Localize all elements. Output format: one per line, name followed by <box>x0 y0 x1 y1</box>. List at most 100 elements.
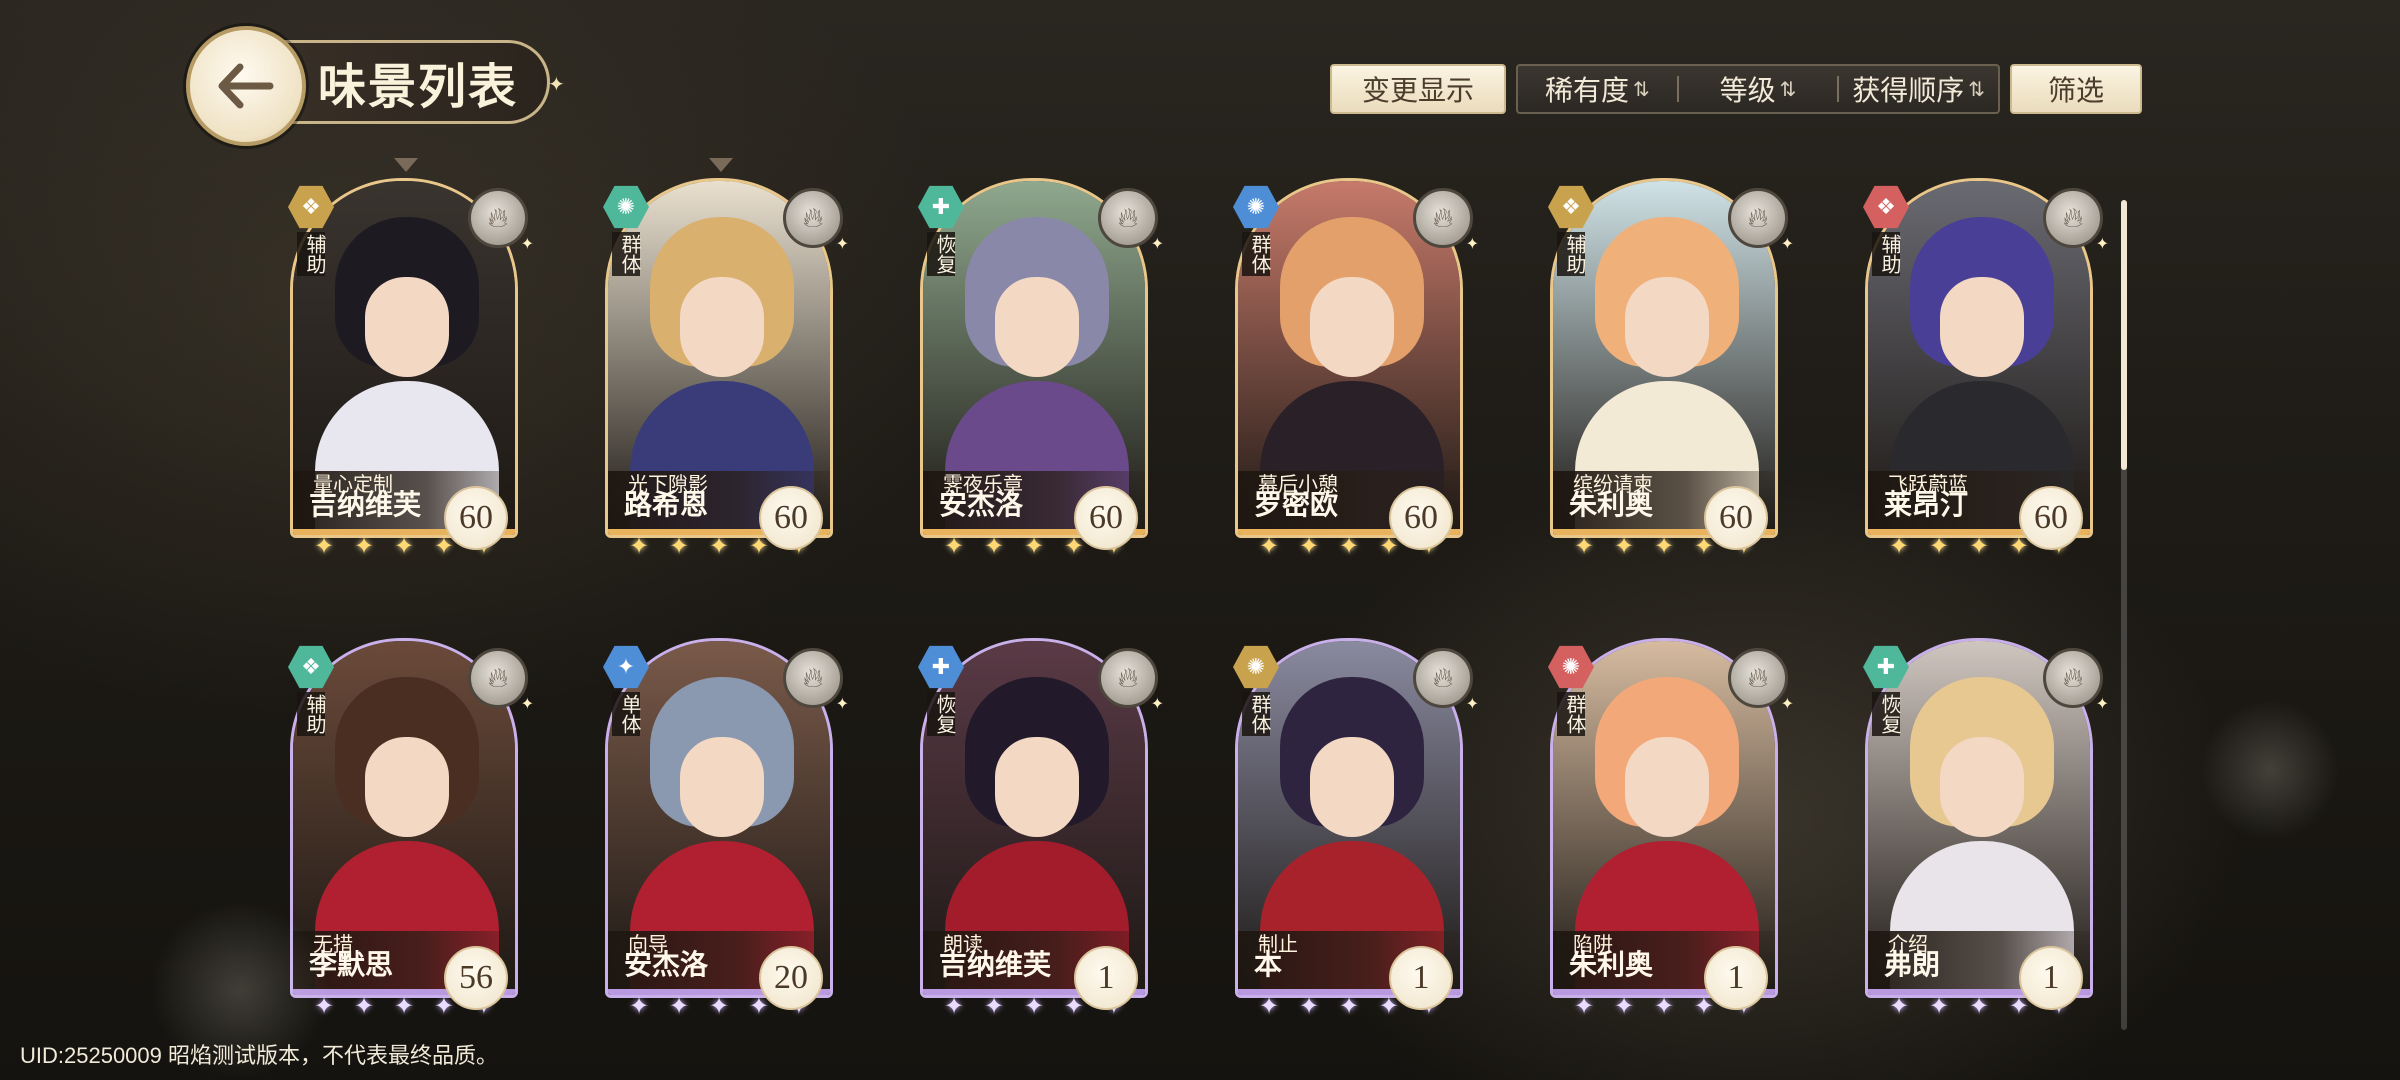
role-badge: ❖ 辅助 <box>1546 184 1596 276</box>
filter-button[interactable]: 筛选 <box>2010 64 2142 114</box>
character-card[interactable]: 朗读吉纳维芙1✚恢复🔥︎✦✦✦✦✦✦ <box>918 638 1164 1020</box>
role-label: 辅助 <box>297 692 325 736</box>
character-card[interactable]: 霁夜乐章安杰洛60✚恢复🔥︎✦✦✦✦✦✦ <box>918 178 1164 560</box>
star-icon: ✦ <box>1338 532 1360 560</box>
element-flame-icon: 🔥︎ <box>2043 188 2103 248</box>
sort-level-button[interactable]: 等级 ⇅ <box>1679 69 1838 109</box>
role-label: 群体 <box>1242 232 1270 276</box>
role-icon: ❖ <box>288 645 334 689</box>
sort-arrows-icon: ⇅ <box>1632 77 1650 101</box>
star-icon: ✦ <box>1259 532 1280 560</box>
star-icon: ✦ <box>708 992 730 1020</box>
element-flame-icon: 🔥︎ <box>1728 188 1788 248</box>
element-flame-icon: 🔥︎ <box>1413 188 1473 248</box>
role-icon: ✺ <box>1548 645 1594 689</box>
star-icon: ✦ <box>314 532 335 560</box>
character-card[interactable]: 幕后小憩罗密欧60✺群体🔥︎✦✦✦✦✦✦ <box>1233 178 1479 560</box>
character-card[interactable]: 介绍弗朗1✚恢复🔥︎✦✦✦✦✦✦ <box>1863 638 2109 1020</box>
card-name: 路希恩 <box>624 490 709 521</box>
star-icon: ✦ <box>629 992 650 1020</box>
element-flame-icon: 🔥︎ <box>1413 648 1473 708</box>
level-badge: 60 <box>444 486 508 550</box>
sort-level-label: 等级 <box>1719 76 1776 107</box>
character-card[interactable]: 光下隙影路希恩60✺群体🔥︎✦✦✦✦✦✦ <box>603 158 849 560</box>
element-flame-icon: 🔥︎ <box>468 188 528 248</box>
sort-bar: 稀有度 ⇅ 等级 ⇅ 获得顺序 ⇅ <box>1516 64 2000 114</box>
sort-acquire-order-button[interactable]: 获得顺序 ⇅ <box>1839 69 1998 109</box>
character-card[interactable]: 向导安杰洛20✦单体🔥︎✦✦✦✦✦✦ <box>603 638 849 1020</box>
level-badge: 1 <box>1704 946 1768 1010</box>
sparkle-icon: ✦ <box>1150 234 1164 253</box>
star-icon: ✦ <box>668 532 690 560</box>
sparkle-icon: ✦ <box>1780 694 1794 713</box>
sort-arrows-icon: ⇅ <box>1968 77 1986 101</box>
role-icon: ❖ <box>1863 185 1909 229</box>
character-card[interactable]: 制止本1✺群体🔥︎✦✦✦✦✦✦ <box>1233 638 1479 1020</box>
role-icon: ✺ <box>1233 185 1279 229</box>
sparkle-icon: ✦ <box>520 234 534 253</box>
arrow-left-icon <box>218 63 274 109</box>
role-icon: ✚ <box>1863 645 1909 689</box>
element-flame-icon: 🔥︎ <box>2043 648 2103 708</box>
sparkle-icon: ✦ <box>835 694 849 713</box>
sort-rarity-label: 稀有度 <box>1544 76 1629 107</box>
element-flame-icon: 🔥︎ <box>1728 648 1788 708</box>
star-icon: ✦ <box>1259 992 1280 1020</box>
level-badge: 60 <box>759 486 823 550</box>
star-icon: ✦ <box>1338 992 1360 1020</box>
sparkle-icon: ✦ <box>1465 234 1479 253</box>
star-icon: ✦ <box>1968 532 1990 560</box>
role-label: 恢复 <box>1872 692 1900 736</box>
star-icon: ✦ <box>353 532 375 560</box>
card-name: 吉纳维芙 <box>309 490 422 521</box>
star-icon: ✦ <box>1023 532 1045 560</box>
role-icon: ❖ <box>288 185 334 229</box>
element-flame-icon: 🔥︎ <box>783 188 843 248</box>
level-badge: 56 <box>444 946 508 1010</box>
star-icon: ✦ <box>983 532 1005 560</box>
character-card[interactable]: 飞跃蔚蓝莱昂汀60❖辅助🔥︎✦✦✦✦✦✦ <box>1863 178 2109 560</box>
role-label: 群体 <box>1557 692 1585 736</box>
role-badge: ✺ 群体 <box>1231 184 1281 276</box>
star-icon: ✦ <box>1928 532 1950 560</box>
card-name: 弗朗 <box>1884 950 1941 981</box>
character-card[interactable]: 量心定制吉纳维芙60❖辅助🔥︎✦✦✦✦✦✦ <box>288 158 534 560</box>
element-flame-icon: 🔥︎ <box>1098 648 1158 708</box>
role-label: 恢复 <box>927 692 955 736</box>
role-badge: ❖ 辅助 <box>1861 184 1911 276</box>
role-badge: ❖ 辅助 <box>286 184 336 276</box>
role-label: 单体 <box>612 692 640 736</box>
star-icon: ✦ <box>1928 992 1950 1020</box>
sparkle-icon: ✦ <box>1465 694 1479 713</box>
change-display-button[interactable]: 变更显示 <box>1330 64 1506 114</box>
sparkle-icon: ✦ <box>548 74 565 96</box>
star-icon: ✦ <box>629 532 650 560</box>
sort-acquire-order-label: 获得顺序 <box>1852 76 1965 107</box>
character-card[interactable]: 陷阱朱利奥1✺群体🔥︎✦✦✦✦✦✦ <box>1548 638 1794 1020</box>
level-badge: 1 <box>1074 946 1138 1010</box>
role-label: 辅助 <box>1557 232 1585 276</box>
star-icon: ✦ <box>944 532 965 560</box>
uid-footer-text: UID:25250009 昭焰测试版本，不代表最终品质。 <box>20 1043 498 1068</box>
role-badge: ✚ 恢复 <box>916 184 966 276</box>
role-label: 群体 <box>1242 692 1270 736</box>
role-badge: ✚ 恢复 <box>1861 644 1911 736</box>
role-label: 辅助 <box>1872 232 1900 276</box>
sort-rarity-button[interactable]: 稀有度 ⇅ <box>1518 69 1677 109</box>
scrollbar-thumb[interactable] <box>2121 200 2127 470</box>
background-glow <box>2200 700 2340 840</box>
star-icon: ✦ <box>1653 532 1675 560</box>
star-icon: ✦ <box>1298 992 1320 1020</box>
level-badge: 20 <box>759 946 823 1010</box>
card-name: 罗密欧 <box>1254 490 1339 521</box>
star-icon: ✦ <box>1574 992 1595 1020</box>
back-button[interactable] <box>186 26 306 146</box>
star-icon: ✦ <box>1968 992 1990 1020</box>
role-icon: ❖ <box>1548 185 1594 229</box>
star-icon: ✦ <box>393 992 415 1020</box>
level-badge: 60 <box>1389 486 1453 550</box>
card-name: 吉纳维芙 <box>939 950 1052 981</box>
card-name: 朱利奥 <box>1569 490 1654 521</box>
character-card[interactable]: 缤纷请柬朱利奥60❖辅助🔥︎✦✦✦✦✦✦ <box>1548 178 1794 560</box>
star-icon: ✦ <box>1023 992 1045 1020</box>
